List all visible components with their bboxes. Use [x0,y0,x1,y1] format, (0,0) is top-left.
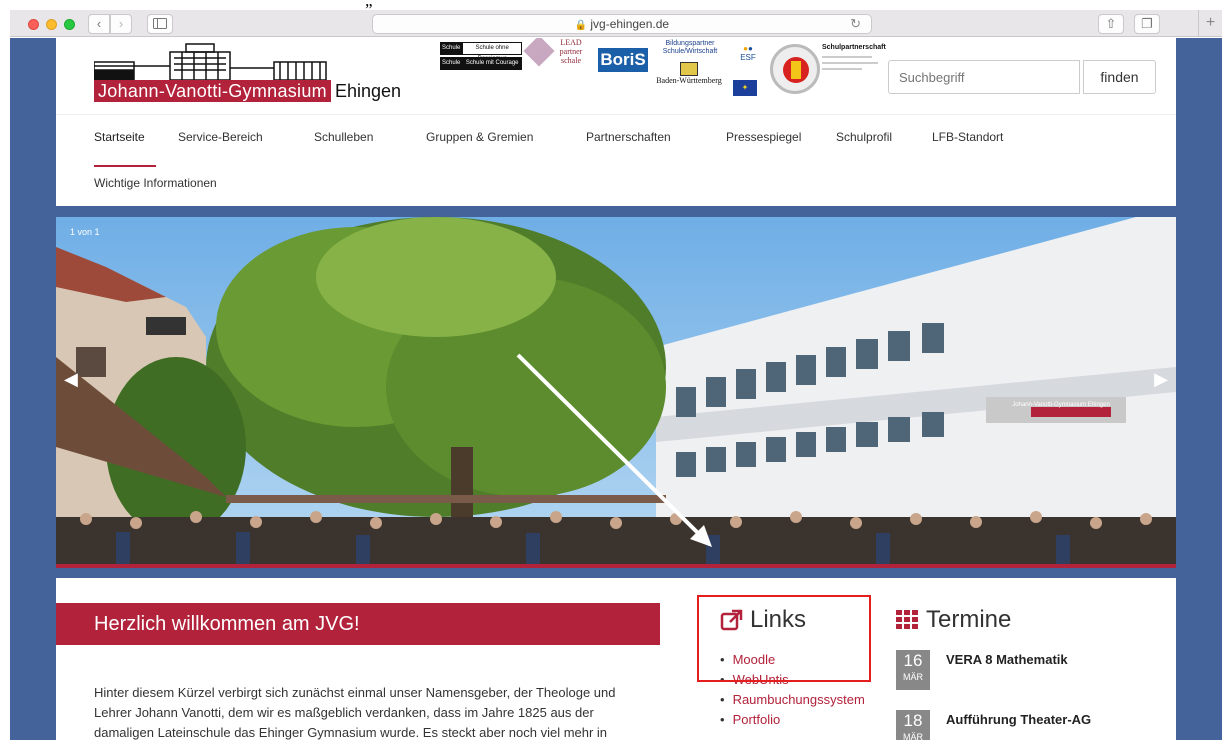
sidebar-toggle-button[interactable] [147,14,173,34]
chevron-left-icon: ‹ [96,16,102,31]
partner-badges: SchuleSchule ohne Rassismus SchuleSchule… [428,38,886,102]
nav-divider [56,114,1176,115]
badge-lead-text: LEAD partner schale [559,38,583,65]
main-content: Herzlich willkommen am JVG! Hinter diese… [56,578,1176,740]
nav-item-startseite[interactable]: Startseite [94,130,145,144]
badge-schulpartnerschaft-emblem[interactable] [770,44,820,94]
share-icon: ⇧ [1105,16,1117,31]
event-date: 18 MÄR [896,710,930,740]
nav-item-gruppen-gremien[interactable]: Gruppen & Gremien [426,130,533,144]
nav-item-schulprofil[interactable]: Schulprofil [836,130,892,144]
event-title: Aufführung Theater-AG [946,712,1092,727]
hero-slider: Johann-Vanotti-Gymnasium Ehingen 1 von 1… [56,217,1176,568]
search-form: finden [888,60,1168,96]
badge-bildungspartner[interactable]: Bildungspartner Schule/Wirtschaft [660,40,720,60]
highlight-box [697,595,871,682]
badge-lead-partner[interactable]: LEAD partner schale [523,38,588,68]
badge-bildungspartner-text: Bildungspartner Schule/Wirtschaft [662,40,718,55]
minimize-window-button[interactable] [46,19,57,30]
badge-courage-line2: Schule mit Courage [462,57,522,70]
event-item[interactable]: 16 MÄR VERA 8 Mathematik [896,650,1176,694]
intro-text: Hinter diesem Kürzel verbirgt sich zunäc… [94,683,684,740]
url-text: jvg-ehingen.de [590,17,670,31]
school-name-red: Johann-Vanotti-Gymnasium [94,80,331,102]
sidebar-icon [153,18,167,29]
nav-active-indicator [94,165,156,167]
search-input[interactable] [888,60,1080,94]
lock-icon: 🔒 [574,20,588,31]
welcome-heading: Herzlich willkommen am JVG! [56,603,660,645]
badge-eu-flag[interactable]: ✦ [733,80,757,96]
caption-strip: „ [0,0,1222,10]
badge-baden-wuerttemberg[interactable]: Baden-Württemberg [654,62,724,90]
nav-item-partnerschaften[interactable]: Partnerschaften [586,130,671,144]
zoom-window-button[interactable] [64,19,75,30]
hero-photo [56,217,1176,568]
nav-item-wichtige-informationen[interactable]: Wichtige Informationen [94,176,217,190]
nav-item-schulleben[interactable]: Schulleben [314,130,373,144]
intro-line: Hinter diesem Kürzel verbirgt sich zunäc… [94,685,616,700]
slide-counter: 1 von 1 [70,227,100,237]
building-sign: Johann-Vanotti-Gymnasium Ehingen [1012,402,1110,408]
page: Johann-Vanotti-Gymnasium Ehingen Schule S… [10,38,1222,740]
link-raumbuchungssystem[interactable]: Raumbuchungssystem [720,690,865,710]
school-name-city: Ehingen [334,80,402,101]
event-month: MÄR [903,732,923,740]
reload-icon[interactable]: ↻ [850,15,861,33]
termine-title: Termine [926,606,1012,633]
search-button[interactable]: finden [1083,60,1156,94]
intro-line: Lehrer Johann Vanotti, dem wir es maßgeb… [94,705,594,720]
badge-schulpartnerschaft[interactable]: Schulpartnerschaft [822,44,886,96]
badge-bw-text: Baden-Württemberg [656,76,722,85]
nav-item-lfb-standort[interactable]: LFB-Standort [932,130,1003,144]
badge-esf-text: ESF [740,53,756,62]
hero-bottom-bar [56,564,1176,568]
close-window-button[interactable] [28,19,39,30]
chevron-right-icon: › [118,16,124,31]
forward-button[interactable]: › [110,14,132,34]
slider-next-icon[interactable]: ▶ [1154,369,1168,390]
grid-icon [896,610,918,629]
caption-text: „ [365,0,373,10]
slider-prev-icon[interactable]: ◀ [64,369,78,390]
address-bar[interactable]: 🔒 jvg-ehingen.de ↻ [372,14,872,34]
event-date: 16 MÄR [896,650,930,690]
school-name[interactable]: Johann-Vanotti-Gymnasium Ehingen [94,80,401,102]
tab-overview-button[interactable]: ❐ [1134,14,1160,34]
tabs-icon: ❐ [1141,16,1153,31]
badge-esf[interactable]: ●● ESF [733,44,763,64]
site-header: Johann-Vanotti-Gymnasium Ehingen Schule S… [56,38,1176,206]
badge-schule-ohne-rassismus[interactable]: SchuleSchule ohne Rassismus SchuleSchule… [440,42,522,70]
event-day: 16 [903,651,923,670]
event-day: 18 [903,711,923,730]
nav-item-pressespiegel[interactable]: Pressespiegel [726,130,801,144]
back-button[interactable]: ‹ [88,14,110,34]
event-month: MÄR [903,672,923,682]
logo-building-drawing [94,43,327,81]
event-title: VERA 8 Mathematik [946,652,1068,667]
badge-courage-line1: Schule ohne Rassismus [462,42,522,62]
link-portfolio[interactable]: Portfolio [720,710,865,730]
termine-heading: Termine [896,606,1011,634]
browser-toolbar: ‹ › 🔒 jvg-ehingen.de ↻ ⇧ ❐ + [10,10,1222,37]
nav-item-service-bereich[interactable]: Service-Bereich [178,130,263,144]
share-button[interactable]: ⇧ [1098,14,1124,34]
plus-icon: + [1205,14,1216,31]
badge-schulpartnerschaft-text: Schulpartnerschaft [822,44,886,51]
event-item[interactable]: 18 MÄR Aufführung Theater-AG [896,710,1176,740]
badge-boris[interactable]: BoriS [598,48,648,72]
new-tab-button[interactable]: + [1198,10,1222,37]
intro-line: damaligen Lateinschule das Ehinger Gymna… [94,725,608,740]
